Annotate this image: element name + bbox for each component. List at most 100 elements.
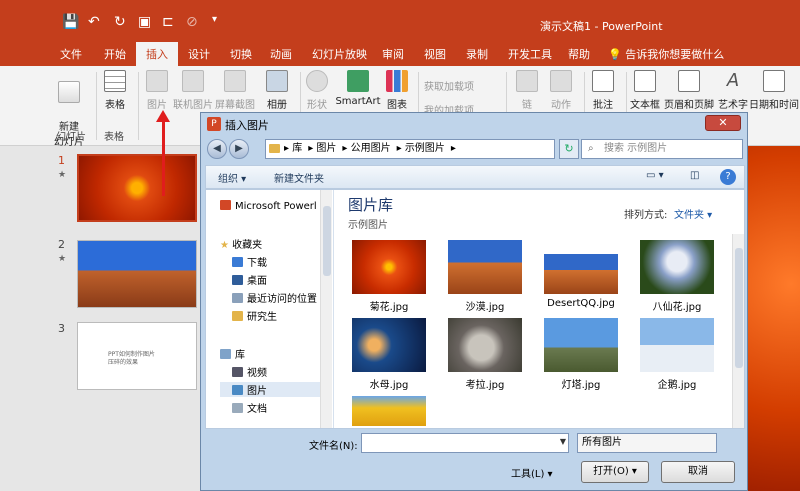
picture-item[interactable] xyxy=(352,396,426,426)
tell-me-label: 告诉我你想要做什么 xyxy=(625,48,725,61)
tab-home[interactable]: 开始 xyxy=(104,46,126,62)
filetype-select[interactable]: 所有图片 xyxy=(577,433,717,453)
dialog-toolbar: 组织 ▾ 新建文件夹 ▭ ▾ ◫ ? xyxy=(205,165,745,189)
comment-button[interactable]: 批注 xyxy=(582,70,624,111)
file-view-scrollbar[interactable] xyxy=(732,234,744,428)
tab-record[interactable]: 录制 xyxy=(466,46,488,62)
sort-dropdown[interactable]: 文件夹 ▾ xyxy=(674,206,712,221)
scrollbar-thumb[interactable] xyxy=(323,206,331,276)
tab-help[interactable]: 帮助 xyxy=(568,46,590,62)
redo-icon[interactable]: ↻ xyxy=(114,14,126,30)
tree-item-grad[interactable]: 研究生 xyxy=(232,308,277,323)
tree-item-downloads[interactable]: 下载 xyxy=(232,254,267,269)
datetime-button[interactable]: 日期和时间 xyxy=(748,70,800,111)
table-button[interactable]: 表格 xyxy=(94,70,136,111)
action-button[interactable]: 动作 xyxy=(540,70,582,111)
tree-item-desktop[interactable]: 桌面 xyxy=(232,272,267,287)
scrollbar-thumb[interactable] xyxy=(735,248,743,368)
picture-item[interactable]: 菊花.jpg xyxy=(352,240,426,313)
view-icon[interactable]: ▭ ▾ xyxy=(646,170,664,181)
chart-button[interactable]: 图表 xyxy=(376,70,418,111)
tree-item-recent[interactable]: 最近访问的位置 xyxy=(232,290,317,305)
online-pictures-label: 联机图片 xyxy=(173,100,213,111)
shapes-button[interactable]: 形状 xyxy=(296,70,338,111)
customize-icon[interactable]: ▾ xyxy=(212,14,217,25)
forward-icon[interactable]: ▶ xyxy=(229,139,249,159)
format-icon[interactable]: ⊏ xyxy=(162,14,174,30)
album-button[interactable]: 相册 xyxy=(256,70,298,111)
picture-item[interactable]: 八仙花.jpg xyxy=(640,240,714,313)
tab-file[interactable]: 文件 xyxy=(60,46,82,62)
smartart-button[interactable]: SmartArt xyxy=(334,70,382,107)
tree-item-documents[interactable]: 文档 xyxy=(232,400,267,415)
comment-icon xyxy=(592,70,614,92)
header-footer-button[interactable]: 页眉和页脚 xyxy=(664,70,714,111)
picture-item[interactable]: 灯塔.jpg xyxy=(544,318,618,391)
tools-button[interactable]: 工具(L) ▾ xyxy=(511,465,553,480)
slide-thumbnail-text: PPT如何制作图片 压碎的效果 xyxy=(108,351,155,366)
picture-item[interactable]: DesertQQ.jpg xyxy=(544,240,618,309)
back-icon[interactable]: ◀ xyxy=(207,139,227,159)
tab-animations[interactable]: 动画 xyxy=(270,46,292,62)
undo-icon[interactable]: ↶ xyxy=(88,14,100,30)
tree-item-favorites[interactable]: ★ 收藏夹 xyxy=(220,236,262,251)
tree-item-library[interactable]: 库 xyxy=(220,346,245,361)
video-icon xyxy=(232,367,243,377)
star-icon xyxy=(550,70,572,92)
filename-input[interactable]: ▼ xyxy=(361,433,569,453)
tab-design[interactable]: 设计 xyxy=(188,46,210,62)
tree-scrollbar[interactable] xyxy=(320,190,332,428)
cancel-button[interactable]: 取消 xyxy=(661,461,735,483)
picture-label: 水母.jpg xyxy=(369,380,409,391)
textbox-button[interactable]: 文本框 xyxy=(624,70,666,111)
chevron-down-icon[interactable]: ▼ xyxy=(560,437,566,446)
search-input[interactable]: ⌕ 搜索 示例图片 xyxy=(581,139,743,159)
online-pictures-button[interactable]: 联机图片 xyxy=(172,70,214,111)
sort-label: 排列方式: xyxy=(624,210,668,221)
breadcrumb-pictures[interactable]: 图片 xyxy=(316,143,336,154)
document-icon xyxy=(232,403,243,413)
picture-item[interactable]: 企鹅.jpg xyxy=(640,318,714,391)
tree-item-microsoft-powerpoint[interactable]: Microsoft Powerl xyxy=(220,200,317,212)
tab-slideshow[interactable]: 幻灯片放映 xyxy=(312,46,367,62)
refresh-icon[interactable]: ↻ xyxy=(559,139,579,159)
file-view: 图片库 示例图片 排列方式: 文件夹 ▾ 菊花.jpg 沙漠.jpg Deser… xyxy=(336,190,744,428)
preview-pane-icon[interactable]: ◫ xyxy=(690,170,699,181)
red-arrow-shaft xyxy=(162,118,165,196)
tab-review[interactable]: 审阅 xyxy=(382,46,404,62)
open-button[interactable]: 打开(O) ▾ xyxy=(581,461,649,483)
recent-icon xyxy=(232,293,243,303)
organize-button[interactable]: 组织 ▾ xyxy=(218,170,246,185)
slide-thumbnail-pane: 1 ★ 2 ★ 3 PPT如何制作图片 压碎的效果 xyxy=(0,146,200,491)
slide-number: 3 xyxy=(58,322,65,335)
address-bar[interactable]: ▸ 库 ▸ 图片 ▸ 公用图片 ▸ 示例图片 ▸ xyxy=(265,139,555,159)
breadcrumb-sample-pictures[interactable]: 示例图片 xyxy=(405,143,445,154)
tab-developer[interactable]: 开发工具 xyxy=(508,46,552,62)
picture-label: 菊花.jpg xyxy=(369,302,409,313)
save-icon[interactable]: 💾 xyxy=(62,14,79,30)
picture-thumbnail xyxy=(352,396,426,426)
tab-view[interactable]: 视图 xyxy=(424,46,446,62)
slide-thumbnail-2[interactable] xyxy=(77,240,197,308)
tell-me-search[interactable]: 💡 告诉我你想要做什么 xyxy=(608,46,724,62)
smartart-icon xyxy=(347,70,369,92)
help-icon[interactable]: ? xyxy=(720,169,736,185)
breadcrumb-library[interactable]: 库 xyxy=(292,143,302,154)
picture-icon xyxy=(232,385,243,395)
slide-thumbnail-1[interactable] xyxy=(77,154,197,222)
picture-item[interactable]: 水母.jpg xyxy=(352,318,426,391)
tree-item-videos[interactable]: 视频 xyxy=(232,364,267,379)
screenshot-button[interactable]: 屏幕截图 xyxy=(214,70,256,111)
present-icon[interactable]: ▣ xyxy=(138,14,151,30)
tab-transitions[interactable]: 切换 xyxy=(230,46,252,62)
slide-thumbnail-3[interactable]: PPT如何制作图片 压碎的效果 xyxy=(77,322,197,390)
picture-item[interactable]: 沙漠.jpg xyxy=(448,240,522,313)
breadcrumb-public-pictures[interactable]: 公用图片 xyxy=(351,143,391,154)
tree-item-pictures[interactable]: 图片 xyxy=(220,382,330,397)
close-button[interactable]: ✕ xyxy=(705,115,741,131)
get-addins-button[interactable]: 获取加载项 xyxy=(424,78,474,93)
tree-item-label: 图片 xyxy=(247,386,267,397)
picture-item[interactable]: 考拉.jpg xyxy=(448,318,522,391)
tab-insert[interactable]: 插入 xyxy=(136,42,178,66)
new-folder-button[interactable]: 新建文件夹 xyxy=(274,170,324,185)
